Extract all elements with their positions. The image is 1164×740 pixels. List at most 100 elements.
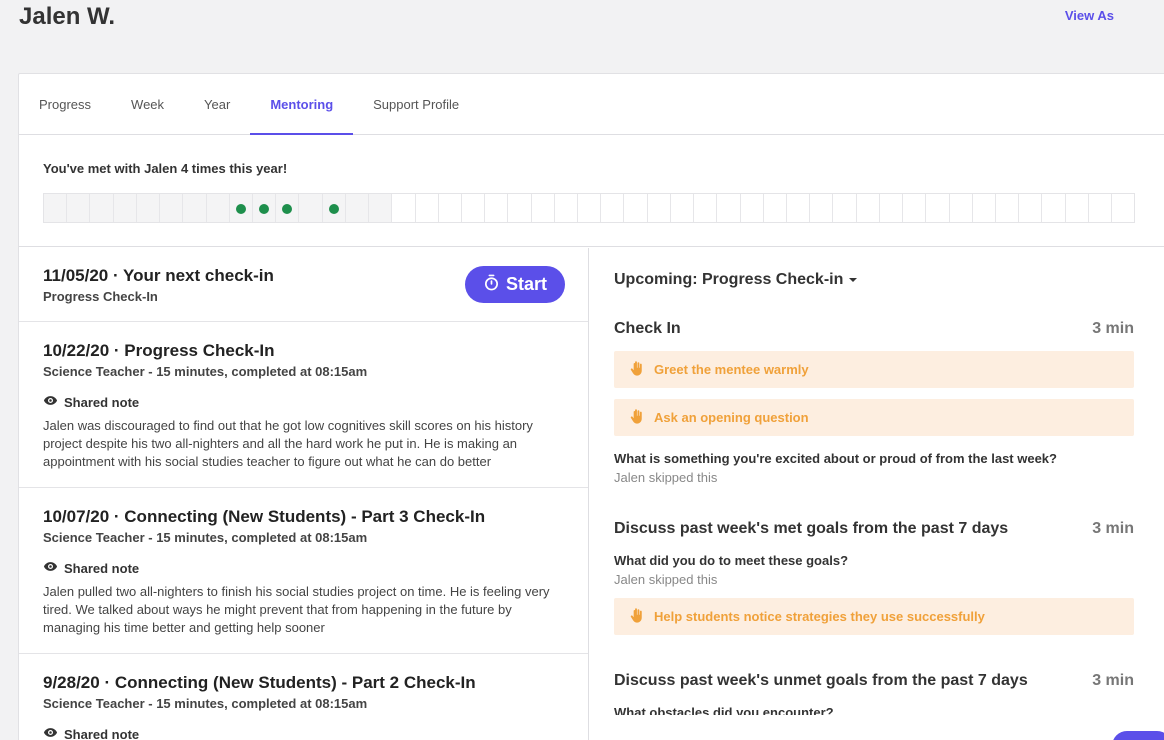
week-cell [578,194,602,222]
section-title: Discuss past week's unmet goals from the… [614,672,1028,689]
week-cell [926,194,950,222]
meeting-count-text: You've met with Jalen 4 times this year! [43,161,288,176]
tab-support-profile[interactable]: Support Profile [353,74,479,134]
main-card: Progress Week Year Mentoring Support Pro… [18,73,1164,740]
section-header: Discuss past week's unmet goals from the… [614,672,1134,690]
shared-note-label: Shared note [43,725,564,740]
checkin-subtitle: Science Teacher - 15 minutes, completed … [43,364,368,379]
section-header: Discuss past week's met goals from the p… [614,520,1134,538]
section-met-goals: Discuss past week's met goals from the p… [614,520,1134,635]
week-cell [671,194,695,222]
section-unmet-goals: Discuss past week's unmet goals from the… [614,672,1134,715]
week-cell [416,194,439,222]
upcoming-label: Upcoming: Progress Check-in [614,271,844,288]
skipped-status: Jalen skipped this [614,470,718,485]
week-cell [880,194,904,222]
upcoming-checkin-dropdown[interactable]: Upcoming: Progress Check-in [614,271,858,289]
checkin-item[interactable]: 9/28/20 · Connecting (New Students) - Pa… [19,654,588,740]
eye-icon [43,393,58,411]
week-cell [973,194,996,222]
week-cell [601,194,625,222]
week-cell [648,194,671,222]
tip-item: Greet the mentee warmly [614,351,1134,388]
week-cell [345,194,370,222]
week-cell [950,194,973,222]
tab-mentoring[interactable]: Mentoring [250,74,353,135]
next-checkin-title: 11/05/20 · Your next check-in [43,266,274,285]
week-cell [903,194,927,222]
start-button[interactable]: Start [465,266,565,303]
tip-text: Help students notice strategies they use… [654,609,985,624]
shared-note-label: Shared note [43,393,564,411]
timer-icon [483,274,500,296]
week-cell [1042,194,1066,222]
page-title: Jalen W. [19,3,116,30]
tab-bar: Progress Week Year Mentoring Support Pro… [19,74,1164,135]
week-cell [369,194,393,222]
checkin-title: 10/07/20 · Connecting (New Students) - P… [43,507,486,526]
view-as-link[interactable]: View As [1065,8,1114,23]
shared-note-text: Shared note [64,394,140,410]
checkin-note: Jalen was discouraged to find out that h… [43,418,533,469]
week-cell [67,194,91,222]
hand-icon [628,408,645,428]
eye-icon [43,725,58,740]
tip-item: Ask an opening question [614,399,1134,436]
floating-action-button[interactable] [1112,731,1164,740]
checkin-history: 11/05/20 · Your next check-in Progress C… [19,248,589,740]
week-cell [508,194,532,222]
section-header: Check In 3 min [614,320,1134,338]
week-cell [299,194,323,222]
section-duration: 3 min [1092,320,1134,337]
meeting-dot [259,204,270,214]
week-cell [1112,194,1134,222]
week-cell [44,194,68,222]
next-checkin: 11/05/20 · Your next check-in Progress C… [19,248,588,322]
tab-progress[interactable]: Progress [19,74,111,134]
week-cell [206,194,230,222]
week-cell [183,194,207,222]
week-cell [555,194,579,222]
week-cell [1019,194,1043,222]
tab-year[interactable]: Year [184,74,250,134]
checkin-item[interactable]: 10/22/20 · Progress Check-In Science Tea… [19,322,588,488]
week-cell [624,194,648,222]
section-duration: 3 min [1092,672,1134,689]
eye-icon [43,559,58,577]
hand-icon [628,607,645,627]
checkin-subtitle: Science Teacher - 15 minutes, completed … [43,530,368,545]
hand-icon [628,360,645,380]
week-cell [741,194,764,222]
skipped-status: Jalen skipped this [614,572,718,587]
week-cell [996,194,1020,222]
week-cell [229,194,253,222]
section-title: Discuss past week's met goals from the p… [614,520,1009,537]
section-check-in: Check In 3 min Greet the mentee warmly A… [614,320,1134,485]
week-cell [392,194,416,222]
week-cell [857,194,880,222]
shared-note-text: Shared note [64,726,140,740]
week-cell [90,194,114,222]
tip-text: Greet the mentee warmly [654,362,809,377]
tab-week[interactable]: Week [111,74,184,134]
tip-text: Ask an opening question [654,410,809,425]
checkin-item[interactable]: 10/07/20 · Connecting (New Students) - P… [19,488,588,654]
week-cell [136,194,161,222]
week-cell [276,194,300,222]
shared-note-text: Shared note [64,560,140,576]
week-cell [252,194,277,222]
section-question: What obstacles did you encounter? [614,705,834,715]
tip-item: Help students notice strategies they use… [614,598,1134,635]
checkin-title: 10/22/20 · Progress Check-In [43,341,275,360]
week-cell [113,194,137,222]
week-cell [1089,194,1113,222]
week-cell [439,194,462,222]
section-question: What is something you're excited about o… [614,451,1057,466]
week-cell [717,194,741,222]
week-cell [322,194,346,222]
week-cell [810,194,834,222]
section-title: Check In [614,320,681,337]
weekly-meeting-tracker [43,193,1135,223]
section-question: What did you do to meet these goals? [614,553,849,568]
week-cell [787,194,811,222]
